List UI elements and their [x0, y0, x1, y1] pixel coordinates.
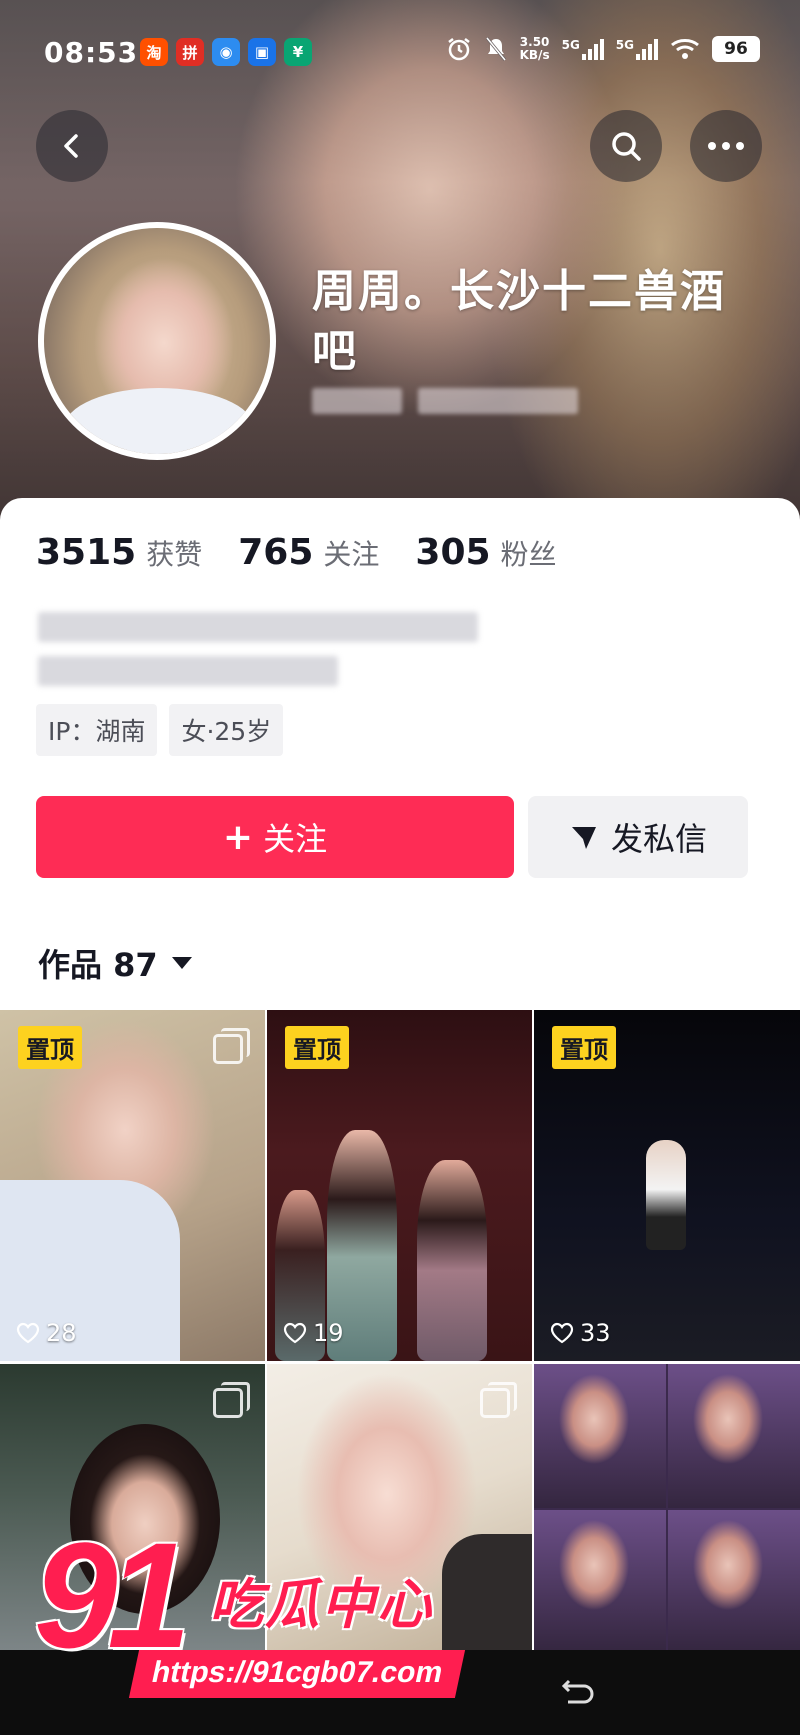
- chevron-left-icon: [64, 134, 78, 158]
- tile-likes-count: 28: [46, 1319, 77, 1347]
- blurred-bio: [38, 606, 498, 690]
- stat-followers-label: 粉丝: [500, 538, 557, 571]
- signal-5g-1: 5G: [562, 38, 604, 60]
- work-tile[interactable]: [534, 1364, 800, 1653]
- tile-image: [534, 1364, 666, 1508]
- tile-likes: 33: [550, 1319, 611, 1347]
- network-type-label: 5G: [615, 38, 634, 52]
- search-icon: [612, 132, 641, 161]
- plus-icon: +: [222, 816, 254, 858]
- search-button[interactable]: [590, 110, 662, 182]
- profile-display-name: 周周。长沙十二兽酒吧: [312, 266, 726, 377]
- blurred-account-id: [312, 388, 582, 422]
- pinned-badge: 置顶: [552, 1026, 616, 1069]
- tile-image: [668, 1364, 800, 1508]
- tile-image: [417, 1160, 487, 1361]
- multi-image-icon: [213, 1382, 250, 1418]
- work-tile[interactable]: 置顶 19: [267, 1010, 532, 1361]
- watermark-title: 吃瓜中心: [209, 1573, 433, 1636]
- stat-followers-value: 305: [415, 532, 491, 573]
- profile-tags: IP：湖南 女·25岁: [36, 704, 284, 756]
- heart-icon: [16, 1322, 40, 1344]
- battery-indicator: 96: [712, 36, 760, 62]
- stat-likes-label: 获赞: [146, 538, 203, 571]
- tile-image: [668, 1509, 800, 1653]
- stat-likes[interactable]: 3515 获赞: [36, 532, 202, 573]
- tile-likes-count: 33: [580, 1319, 611, 1347]
- pinned-badge: 置顶: [18, 1026, 82, 1069]
- profile-info-card: 3515 获赞 765 关注 305 粉丝 IP：湖南 女·25岁 + 关注 发…: [0, 498, 800, 1010]
- stat-followers[interactable]: 305 粉丝: [415, 532, 556, 573]
- profile-stats: 3515 获赞 765 关注 305 粉丝: [36, 532, 557, 573]
- pinned-badge: 置顶: [285, 1026, 349, 1069]
- system-back-icon[interactable]: [556, 1672, 596, 1712]
- tile-image: [534, 1509, 666, 1653]
- follow-button[interactable]: + 关注: [36, 796, 514, 878]
- avatar[interactable]: [38, 222, 276, 460]
- tile-likes: 28: [16, 1319, 77, 1347]
- alarm-icon: [447, 38, 470, 61]
- watermark-number: 91: [34, 1511, 191, 1679]
- status-bar: 08:53 淘 拼 ◉ ▣ ¥ 3.50 KB/s 5G 5G 96: [0, 30, 800, 78]
- network-speed-unit: KB/s: [519, 48, 550, 62]
- stat-likes-value: 3515: [36, 532, 137, 573]
- payment-app-icon: ¥: [284, 38, 312, 66]
- stat-following-label: 关注: [323, 538, 380, 571]
- wifi-icon: [671, 39, 699, 59]
- work-tile[interactable]: 置顶 28: [0, 1010, 265, 1361]
- tile-likes-count: 19: [313, 1319, 344, 1347]
- signal-bars-icon: [636, 38, 658, 60]
- gender-age-tag: 女·25岁: [169, 704, 284, 756]
- follow-button-label: 关注: [263, 820, 328, 858]
- work-tile[interactable]: 置顶 33: [534, 1010, 800, 1361]
- stat-following-value: 765: [238, 532, 314, 573]
- status-app-icons: 淘 拼 ◉ ▣ ¥: [140, 38, 312, 66]
- heart-icon: [283, 1322, 307, 1344]
- works-tab[interactable]: 作品 87: [38, 940, 192, 986]
- caret-down-icon: [171, 957, 192, 969]
- network-speed: 3.50 KB/s: [520, 36, 550, 62]
- more-dots-icon: [708, 142, 744, 150]
- signal-bars-icon: [581, 38, 604, 60]
- mute-bell-icon: [485, 37, 506, 61]
- works-count: 87: [113, 946, 158, 984]
- browser-app-icon: ◉: [212, 38, 240, 66]
- status-indicators: 3.50 KB/s 5G 5G 96: [446, 36, 760, 62]
- send-message-label: 发私信: [610, 820, 707, 858]
- avatar-shirt: [64, 388, 254, 454]
- pdd-app-icon: 拼: [176, 38, 204, 66]
- status-time: 08:53: [44, 36, 139, 69]
- heart-icon: [550, 1322, 574, 1344]
- tile-image: [646, 1140, 686, 1250]
- works-tab-label: 作品 87: [38, 940, 158, 986]
- signal-5g-2: 5G: [616, 38, 658, 60]
- more-button[interactable]: [690, 110, 762, 182]
- tile-likes: 19: [283, 1319, 344, 1347]
- multi-image-icon: [213, 1028, 250, 1064]
- back-button[interactable]: [36, 110, 108, 182]
- ip-location-tag: IP：湖南: [36, 704, 158, 756]
- taobao-app-icon: 淘: [140, 38, 168, 66]
- multi-image-icon: [480, 1382, 517, 1418]
- site-watermark: 91 吃瓜中心 https://91cgb07.com: [34, 1520, 494, 1720]
- works-tab-title: 作品: [38, 946, 103, 984]
- network-type-label: 5G: [561, 38, 580, 52]
- stat-following[interactable]: 765 关注: [238, 532, 379, 573]
- message-app-icon: ▣: [248, 38, 276, 66]
- send-message-button[interactable]: 发私信: [528, 796, 748, 878]
- send-arrow-icon: [571, 827, 596, 849]
- watermark-url: https://91cgb07.com: [128, 1650, 466, 1698]
